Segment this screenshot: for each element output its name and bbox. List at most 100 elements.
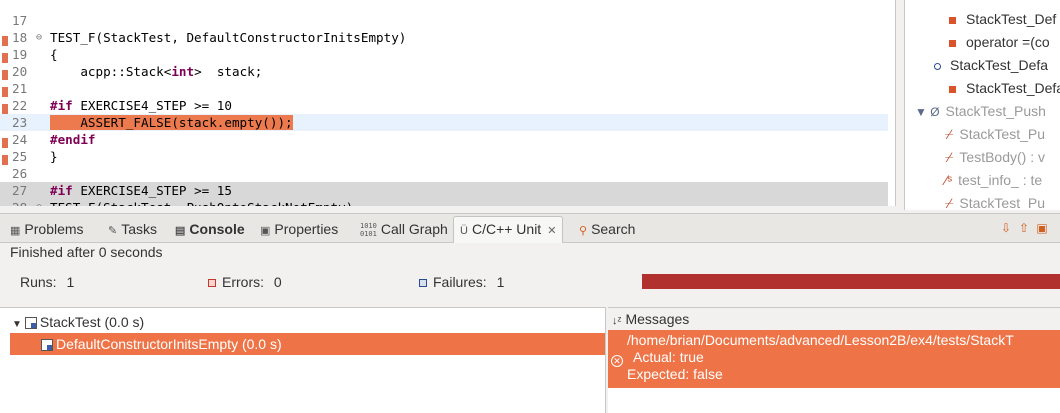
code-line[interactable]: 22 #if EXERCISE4_STEP >= 10 <box>0 97 888 114</box>
outline-item[interactable]: ▼ Ø StackTest_Push <box>915 100 1046 122</box>
tab-call-graph[interactable]: 1010 0101 Call Graph <box>360 217 448 241</box>
keyword-token: #if <box>50 98 73 113</box>
code-text: { <box>50 46 58 63</box>
outline-item[interactable]: ⁄ˢ test_info_ : te <box>945 169 1042 191</box>
runs-label: Runs: <box>20 274 57 290</box>
tab-label: C/C++ Unit <box>471 221 542 237</box>
outline-label: StackTest_Push <box>945 103 1046 119</box>
code-text: #endif <box>50 131 96 148</box>
line-number: 23 <box>12 115 28 130</box>
private-member-icon <box>949 16 956 24</box>
code-token: acpp::Stack< <box>50 64 172 79</box>
search-icon: ⚲ <box>579 225 588 237</box>
outline-item[interactable]: StackTest_Defa <box>945 77 1060 99</box>
tree-item-suite[interactable]: ▼ StackTest (0.0 s) <box>0 311 605 333</box>
public-member-icon <box>934 62 941 70</box>
runs-counter: Runs: 1 <box>20 274 74 290</box>
message-item[interactable]: ✕ /home/brian/Documents/advanced/Lesson2… <box>608 330 1060 388</box>
code-token: EXERCISE4_STEP >= 15 <box>72 183 232 198</box>
tab-label: Console <box>189 221 245 237</box>
code-text: acpp::Stack<int> stack; <box>50 63 262 80</box>
code-text: TEST_F(StackTest, PushOntoStackNotEmpty) <box>50 199 353 206</box>
outline-item[interactable]: ⌿ StackTest_Pu <box>945 192 1045 210</box>
line-number: 17 <box>12 13 28 28</box>
message-expected: Expected: false <box>627 366 723 382</box>
outline-item[interactable]: StackTest_Defa <box>931 54 1048 76</box>
code-line[interactable]: 26 <box>0 165 888 182</box>
code-line[interactable]: 19 { <box>0 46 888 63</box>
outline-view[interactable]: StackTest_Def operator =(co StackTest_Defa… <box>904 0 1060 210</box>
outline-item[interactable]: StackTest_Def <box>945 8 1056 30</box>
fold-toggle-icon[interactable]: ⊖ <box>36 199 46 206</box>
code-editor[interactable]: 17 18 ⊖ TEST_F(StackTest, DefaultConstructo… <box>0 0 896 206</box>
code-token: { <box>50 47 58 62</box>
code-line[interactable]: 27 #if EXERCISE4_STEP >= 15 <box>0 182 888 199</box>
tab-c-cpp-unit[interactable]: Ü C/C++ Unit ✕ <box>453 216 564 243</box>
messages-pane[interactable]: ↓ᶻ Messages ✕ /home/brian/Documents/advan… <box>608 307 1060 413</box>
messages-header: ↓ᶻ Messages <box>608 308 1060 330</box>
code-text: } <box>50 148 58 165</box>
outline-label: StackTest_Defa <box>950 57 1049 73</box>
code-line[interactable]: 23 ASSERT_FALSE(stack.empty()); <box>0 114 888 131</box>
fold-toggle-icon[interactable]: ⊖ <box>36 29 46 46</box>
test-suite-icon <box>24 317 37 330</box>
message-actual: Actual: true <box>633 349 704 365</box>
line-number: 18 <box>12 30 28 45</box>
code-text: ASSERT_FALSE(stack.empty()); <box>50 114 293 131</box>
highlighted-token: ASSERT_FALSE(stack.empty()); <box>50 115 293 130</box>
tab-tasks[interactable]: ✎ Tasks <box>108 217 157 241</box>
code-line[interactable]: 28⊖ TEST_F(StackTest, PushOntoStackNotEmp… <box>0 199 888 206</box>
line-number: 19 <box>12 47 28 62</box>
tab-label: Tasks <box>121 221 158 237</box>
unit-test-view: Finished after 0 seconds Runs: 1 Errors:… <box>0 243 1060 413</box>
code-line[interactable]: 20 acpp::Stack<int> stack; <box>0 63 888 80</box>
console-icon: ▤ <box>175 225 186 237</box>
failures-value: 1 <box>496 274 505 290</box>
tab-console[interactable]: ▤ Console <box>175 217 245 241</box>
code-line[interactable]: 18 ⊖ TEST_F(StackTest, DefaultConstructorI… <box>0 29 888 46</box>
test-tree[interactable]: ▼ StackTest (0.0 s) DefaultConstructorIni… <box>0 307 606 413</box>
close-icon[interactable]: ✕ <box>547 225 556 237</box>
tasks-icon: ✎ <box>108 225 118 237</box>
failure-icon <box>419 279 427 288</box>
code-line[interactable]: 24 #endif <box>0 131 888 148</box>
line-number: 24 <box>12 132 28 147</box>
inactive-member-icon: ⌿ <box>945 149 954 165</box>
tab-label: Call Graph <box>380 221 448 237</box>
tab-problems[interactable]: ▦ Problems <box>10 217 84 241</box>
tree-label: StackTest (0.0 s) <box>39 314 145 330</box>
line-number: 26 <box>12 166 28 181</box>
code-token: TEST_F(StackTest, PushOntoStackNotEmpty) <box>50 200 353 206</box>
tree-label: DefaultConstructorInitsEmpty (0.0 s) <box>56 336 282 352</box>
properties-icon: ▣ <box>260 225 271 237</box>
outline-item[interactable]: ⌿ TestBody() : v <box>945 146 1045 168</box>
messages-title: Messages <box>625 311 690 327</box>
error-icon: ✕ <box>611 355 623 367</box>
rerun-icon[interactable]: ▣ <box>1034 220 1050 236</box>
chevron-down-icon[interactable]: ▼ <box>12 319 22 330</box>
inactive-member-icon: ⌿ <box>945 126 954 142</box>
code-token: } <box>50 149 58 164</box>
next-failure-icon[interactable]: ⇩ <box>998 220 1014 236</box>
tab-properties[interactable]: ▣ Properties <box>260 217 338 241</box>
code-line[interactable]: 21 <box>0 80 888 97</box>
outline-item[interactable]: operator =(co <box>945 31 1050 53</box>
errors-label: Errors: <box>222 274 264 290</box>
previous-failure-icon[interactable]: ⇧ <box>1016 220 1032 236</box>
tree-item-test[interactable]: DefaultConstructorInitsEmpty (0.0 s) <box>10 333 605 355</box>
line-number: 28 <box>12 199 38 206</box>
code-text: TEST_F(StackTest, DefaultConstructorInit… <box>50 29 406 46</box>
tab-search[interactable]: ⚲ Search <box>579 217 635 241</box>
problems-icon: ▦ <box>10 225 21 237</box>
outline-item[interactable]: ⌿ StackTest_Pu <box>945 123 1045 145</box>
outline-label: StackTest_Defa <box>966 80 1060 96</box>
errors-counter: Errors: 0 <box>208 274 282 290</box>
test-case-icon <box>41 339 53 352</box>
sort-icon[interactable]: ↓ᶻ <box>612 315 621 327</box>
code-line[interactable]: 25} <box>0 148 888 165</box>
code-line[interactable]: 17 <box>0 12 888 29</box>
progress-bar <box>642 274 1060 289</box>
view-tab-bar: ▦ Problems ✎ Tasks ▤ Console ▣ Properties 10… <box>0 213 1060 243</box>
outline-label: StackTest_Pu <box>959 126 1046 142</box>
code-text: #if EXERCISE4_STEP >= 15 <box>50 182 232 199</box>
